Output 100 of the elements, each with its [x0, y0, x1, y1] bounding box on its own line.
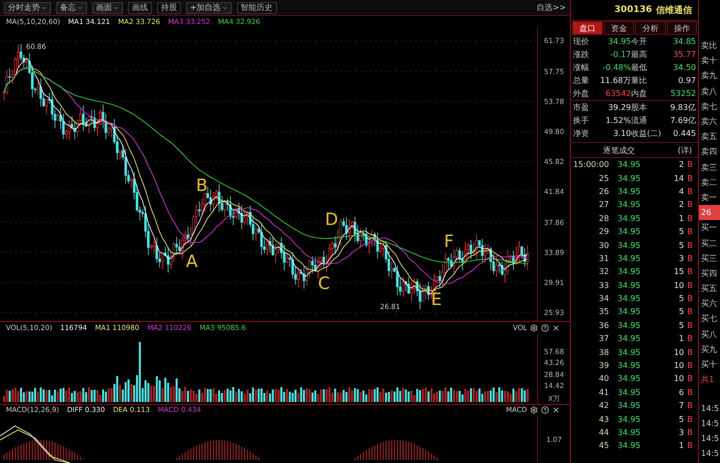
- panel-tab[interactable]: 操作: [666, 21, 697, 35]
- quote-label: 涨幅: [573, 62, 590, 73]
- wave-label: C: [318, 274, 330, 294]
- order-book-label: 卖七: [700, 100, 718, 113]
- toolbar-button[interactable]: 智能历史: [236, 2, 277, 14]
- quote-label: 流通: [631, 115, 648, 126]
- quote-label: 市盈: [573, 102, 590, 113]
- trade-side: B: [686, 401, 694, 410]
- trade-time: 42: [598, 401, 609, 410]
- trade-price: 34.95: [616, 361, 642, 370]
- trade-time: 44: [598, 428, 609, 437]
- help-icon[interactable]: [541, 324, 549, 332]
- trade-price: 34.95: [616, 280, 642, 290]
- trade-time: 38: [598, 348, 609, 357]
- quote-value: -0.48%: [602, 63, 631, 72]
- wave-label: E: [431, 290, 442, 310]
- trade-volume: 10: [672, 280, 684, 290]
- quote-value: 0.97: [677, 76, 696, 85]
- trade-volume: 5: [678, 240, 684, 250]
- trade-time: 26: [598, 186, 609, 196]
- trade-time: 41: [598, 388, 609, 397]
- trade-volume: 1: [678, 214, 684, 223]
- settings-icon[interactable]: [530, 406, 538, 414]
- trade-volume: 3: [678, 254, 684, 263]
- toolbar-button[interactable]: 画线: [128, 2, 152, 14]
- trade-volume: 10: [672, 348, 684, 357]
- trade-price: 34.95: [616, 267, 642, 276]
- close-icon[interactable]: [552, 324, 560, 332]
- trades-title: 逐笔成交: [603, 144, 635, 156]
- trade-time: 27: [598, 200, 609, 210]
- order-book-label: 买十: [700, 359, 718, 372]
- quote-label: 量比: [631, 75, 648, 86]
- trade-volume: 1: [678, 334, 684, 344]
- quote-label: 外盘: [573, 88, 590, 99]
- trade-time: 36: [598, 320, 609, 330]
- trade-side: B: [686, 214, 694, 223]
- order-time: 14:5: [700, 418, 720, 430]
- order-book-label: 卖九: [700, 70, 718, 82]
- toolbar-button[interactable]: +加自选: [186, 2, 232, 14]
- order-book-label: 买四: [700, 268, 718, 280]
- toolbar-button[interactable]: 持股: [157, 2, 181, 14]
- watchlist-link[interactable]: 自选>>: [536, 2, 566, 14]
- order-book-label: 卖四: [700, 146, 718, 158]
- quote-label: 收益(二): [631, 128, 661, 139]
- order-time: 14:5: [700, 448, 720, 460]
- trade-price: 34.95: [616, 334, 642, 344]
- quote-value: 53252: [670, 89, 696, 98]
- trade-price: 34.95: [616, 200, 642, 210]
- order-book-label: 买六: [700, 298, 718, 310]
- order-book-label: 卖一: [700, 192, 718, 204]
- trade-price: 34.95: [616, 441, 642, 450]
- trade-side: B: [686, 186, 694, 196]
- caret-icon: [222, 4, 228, 11]
- trade-side: B: [686, 200, 694, 210]
- trade-side: B: [686, 334, 694, 344]
- trade-time: 31: [598, 254, 609, 263]
- quote-value: 34.95: [607, 37, 631, 46]
- quote-label: 最高: [631, 49, 648, 60]
- trade-side: B: [686, 174, 694, 183]
- quote-value: 9.83亿: [669, 102, 696, 113]
- toolbar-button[interactable]: 分时走势: [4, 2, 51, 14]
- order-book-label: 买九: [700, 344, 718, 356]
- settings-icon[interactable]: [530, 324, 538, 332]
- trade-time: 32: [598, 267, 609, 276]
- close-icon[interactable]: [552, 406, 560, 414]
- trade-time: 15:00:00: [573, 160, 609, 170]
- toolbar-button[interactable]: 备忘: [56, 2, 87, 14]
- trade-side: B: [686, 348, 694, 357]
- order-book-label: 卖六: [700, 116, 718, 128]
- trade-price: 34.95: [616, 401, 642, 410]
- order-book-label: 买一: [700, 222, 718, 234]
- trade-side: B: [686, 414, 694, 424]
- trade-price: 34.95: [616, 227, 642, 236]
- quote-label: 内盘: [631, 88, 648, 99]
- quote-label: 总量: [573, 75, 590, 86]
- quote-label: 净资: [573, 128, 590, 139]
- trade-volume: 5: [678, 320, 684, 330]
- trade-volume: 5: [678, 414, 684, 424]
- help-icon[interactable]: [541, 406, 549, 414]
- trade-side: B: [686, 294, 694, 304]
- toolbar-button[interactable]: 画面: [92, 2, 123, 14]
- trade-price: 34.95: [616, 240, 642, 250]
- caret-icon: [113, 4, 119, 11]
- panel-tab[interactable]: 分析: [635, 21, 666, 35]
- quote-label: 股本: [631, 102, 648, 113]
- trade-time: 40: [598, 374, 609, 384]
- stock-name: 信维通信: [656, 4, 692, 16]
- quote-value: 34.85: [672, 37, 696, 46]
- trade-volume: 10: [672, 361, 684, 370]
- panel-tab[interactable]: 资金: [604, 21, 634, 35]
- caret-icon: [77, 4, 83, 11]
- wave-label: A: [186, 252, 198, 272]
- trades-detail-link[interactable]: (详): [678, 144, 692, 156]
- panel-tab[interactable]: 盘口: [572, 21, 602, 35]
- trade-price: 34.95: [616, 374, 642, 384]
- trade-side: B: [686, 254, 694, 263]
- quote-value: -0.17: [609, 50, 631, 59]
- wave-label: F: [444, 232, 454, 252]
- trade-volume: 5: [678, 307, 684, 316]
- trade-side: B: [686, 280, 694, 290]
